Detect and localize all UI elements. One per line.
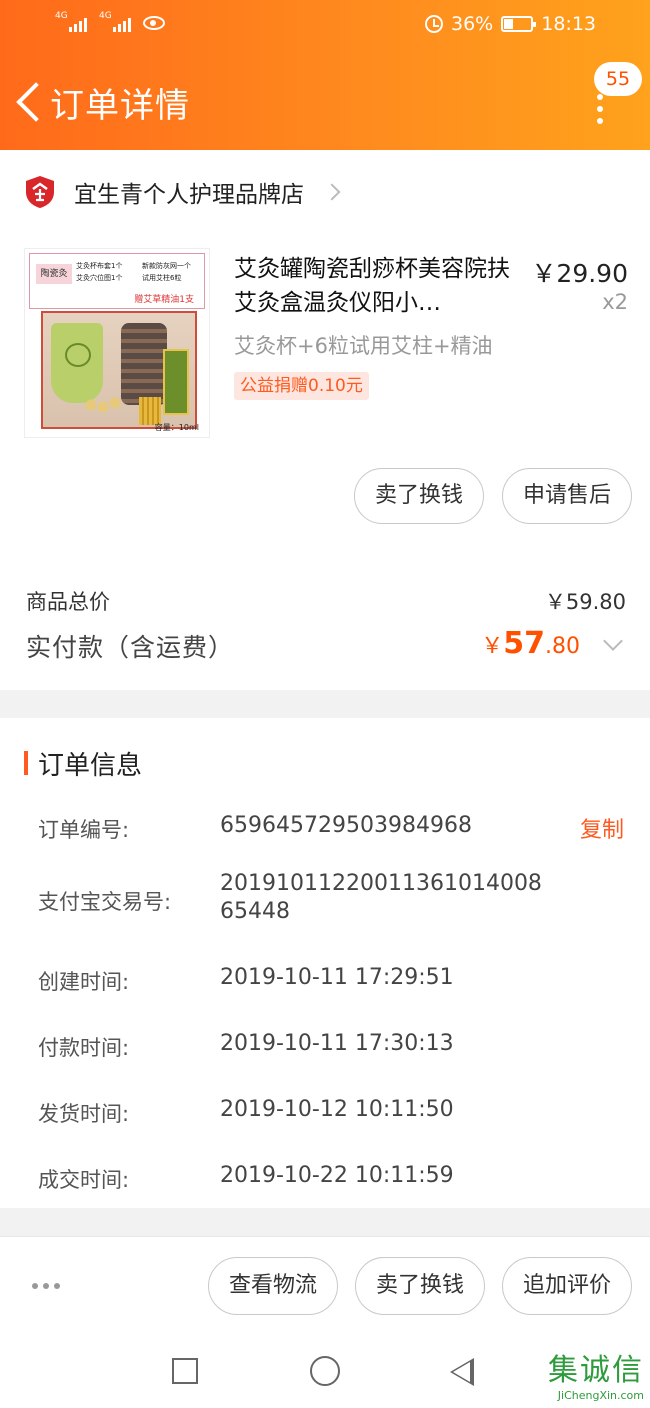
- enterprise-shop-icon: [24, 175, 56, 209]
- view-logistics-button[interactable]: 查看物流: [208, 1257, 338, 1315]
- chevron-right-icon: [323, 183, 341, 201]
- product-quantity: x2: [602, 290, 628, 314]
- completed-time-label: 成交时间:: [38, 1168, 130, 1192]
- after-sale-button[interactable]: 申请售后: [502, 468, 632, 524]
- alipay-number-value: 2019101122001136101400865448: [220, 871, 542, 924]
- header: 4G 4G 36% 18:13 订单详情 55: [0, 0, 650, 150]
- thumb-label: 陶瓷灸: [36, 264, 72, 284]
- completed-time-value: 2019-10-22 10:11:59: [220, 1163, 454, 1188]
- status-bar: 4G 4G 36% 18:13: [0, 0, 650, 52]
- order-info-title: 订单信息: [38, 750, 143, 781]
- chevron-down-icon[interactable]: [603, 631, 623, 651]
- copy-button[interactable]: 复制: [580, 812, 624, 844]
- more-menu-icon[interactable]: [590, 94, 610, 138]
- product-price: ￥29.90: [531, 259, 628, 288]
- goods-total-value: ￥59.80: [544, 590, 626, 614]
- battery-percent: 36%: [451, 13, 494, 35]
- product-sku: 艾灸杯+6粒试用艾柱+精油: [234, 334, 493, 358]
- bottom-action-bar: 查看物流 卖了换钱 追加评价: [0, 1236, 650, 1336]
- watermark: 集诚信 JiChengXin.com: [548, 1353, 644, 1402]
- alarm-icon: [425, 15, 443, 33]
- goods-total-label: 商品总价: [26, 590, 110, 614]
- order-info-section: 订单信息 订单编号: 659645729503984968 复制 支付宝交易号:…: [0, 718, 650, 1208]
- paid-label: 实付款（含运费）: [26, 633, 235, 662]
- sell-button-bottom[interactable]: 卖了换钱: [355, 1257, 485, 1315]
- home-icon[interactable]: [310, 1356, 340, 1386]
- clock: 18:13: [541, 13, 596, 35]
- donation-tag: 公益捐赠0.10元: [234, 372, 369, 400]
- product-title[interactable]: 艾灸罐陶瓷刮痧杯美容院扶艾灸盒温灸仪阳小…: [234, 252, 519, 320]
- alipay-number-label: 支付宝交易号:: [38, 890, 172, 914]
- created-time-label: 创建时间:: [38, 970, 130, 994]
- order-info-header: 订单信息: [24, 746, 143, 781]
- store-name[interactable]: 宜生青个人护理品牌店: [74, 175, 304, 209]
- nav-bar: 订单详情: [0, 60, 650, 140]
- back-icon[interactable]: [14, 80, 44, 120]
- order-number-label: 订单编号:: [38, 818, 130, 842]
- paid-amount: ￥57.80: [481, 626, 580, 661]
- back-nav-icon[interactable]: [450, 1358, 474, 1386]
- shipped-time-value: 2019-10-12 10:11:50: [220, 1097, 454, 1122]
- order-item-card: 宜生青个人护理品牌店 陶瓷灸 艾灸杯布套1个 艾灸穴位图1个 新款防灰网一个 试…: [0, 150, 650, 690]
- signal-icon: 4G: [55, 12, 87, 32]
- product-image[interactable]: 陶瓷灸 艾灸杯布套1个 艾灸穴位图1个 新款防灰网一个 试用艾柱6粒 赠艾草精油…: [24, 248, 210, 438]
- recent-apps-icon[interactable]: [172, 1358, 198, 1384]
- store-row[interactable]: 宜生青个人护理品牌店: [24, 172, 341, 212]
- add-review-button[interactable]: 追加评价: [502, 1257, 632, 1315]
- signal-icon: 4G: [99, 12, 131, 32]
- page-title: 订单详情: [50, 86, 190, 126]
- eye-icon: [143, 16, 165, 30]
- created-time-value: 2019-10-11 17:29:51: [220, 965, 454, 990]
- more-actions-icon[interactable]: [32, 1283, 60, 1289]
- order-number-value: 659645729503984968: [220, 813, 472, 838]
- shipped-time-label: 发货时间:: [38, 1102, 130, 1126]
- goods-total-row: 商品总价 ￥59.80: [26, 586, 626, 616]
- message-badge[interactable]: 55: [594, 62, 642, 96]
- battery-icon: [501, 16, 537, 32]
- paid-time-label: 付款时间:: [38, 1036, 130, 1060]
- paid-time-value: 2019-10-11 17:30:13: [220, 1031, 454, 1056]
- system-nav-bar: 集诚信 JiChengXin.com: [0, 1336, 650, 1408]
- sell-button[interactable]: 卖了换钱: [354, 468, 484, 524]
